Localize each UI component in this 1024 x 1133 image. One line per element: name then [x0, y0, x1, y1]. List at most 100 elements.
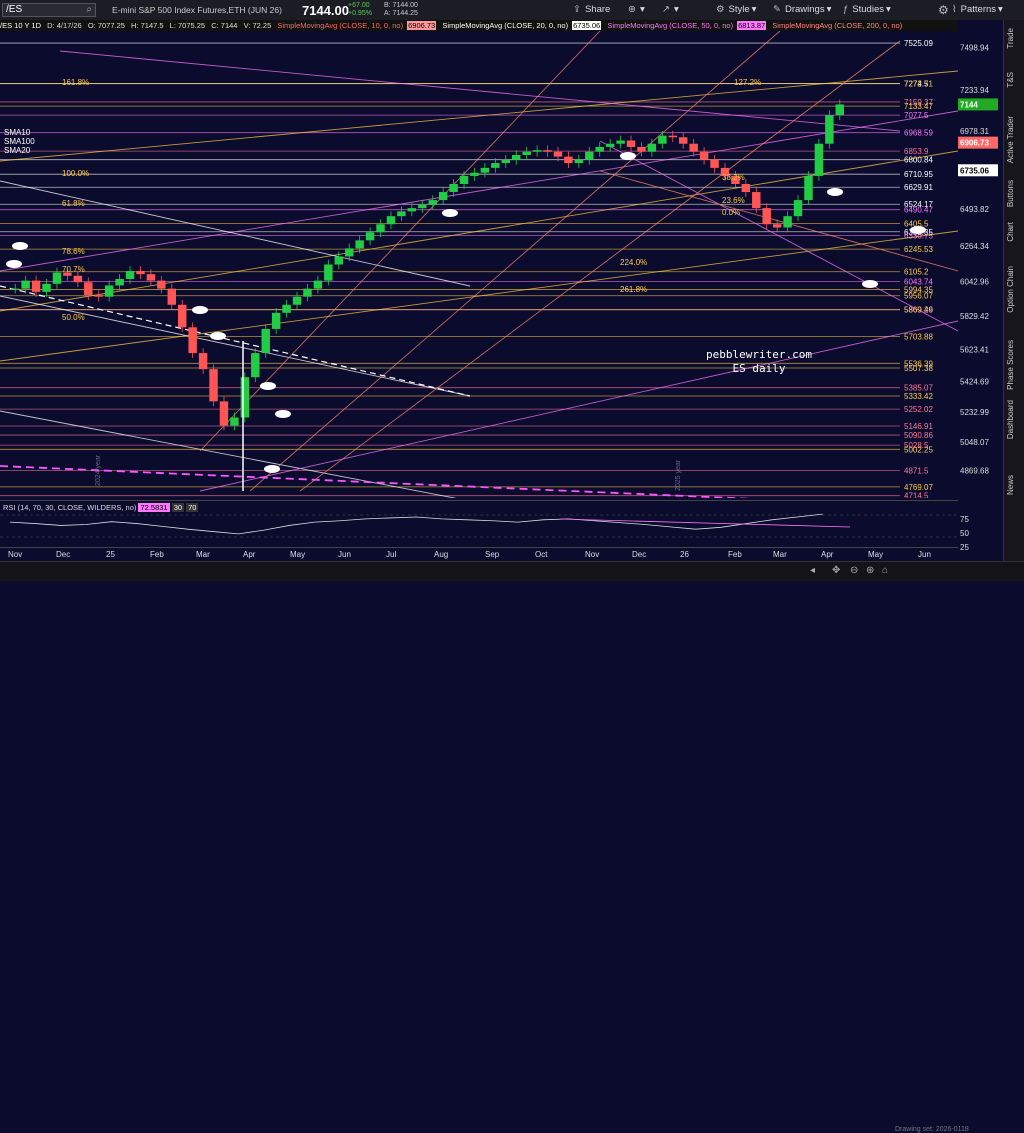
price-axis-tick: 6264.34	[960, 242, 989, 251]
year-label: 2025 year	[675, 459, 682, 491]
candle-body	[543, 150, 552, 152]
time-axis-tick: May	[868, 550, 884, 559]
sidebar-tab-news[interactable]: News	[1006, 475, 1024, 495]
price-axis-tick: 5623.41	[960, 345, 989, 354]
price-chart[interactable]: 7525.09 7274.5 7272.71 7159.37 7133.47 7077.5…	[0, 30, 959, 502]
fib-label: 0.0%	[722, 208, 740, 217]
fib-label: 100.0%	[62, 169, 89, 178]
candle-body	[355, 240, 364, 249]
candle-body	[271, 312, 281, 329]
sidebar-tab-t-s[interactable]: T&S	[1006, 72, 1024, 88]
instrument-description: E-mini S&P 500 Index Futures,ETH (JUN 26…	[112, 5, 282, 15]
studies-button[interactable]: ƒ Studies ▾	[843, 4, 891, 15]
candle-body	[668, 135, 677, 138]
level-label: 5002.25	[904, 445, 933, 454]
sidebar-tab-phase-scores[interactable]: Phase Scores	[1006, 340, 1024, 390]
fib-label: 70.7%	[62, 265, 85, 274]
sidebar-tab-chart[interactable]: Chart	[1006, 222, 1024, 242]
patterns-button[interactable]: ⌇ Patterns ▾	[952, 4, 1003, 15]
crosshair-button[interactable]: ↗ ▾	[662, 4, 679, 15]
candle-body	[198, 353, 208, 370]
price-axis-tick: 5424.69	[960, 377, 989, 386]
time-axis-tick: Feb	[150, 550, 164, 559]
candle-body	[345, 248, 354, 257]
time-axis-tick: Oct	[535, 550, 548, 559]
candle-body	[835, 104, 844, 116]
sidebar-tab-option-chain[interactable]: Option Chain	[1006, 266, 1024, 313]
level-label: 4769.07	[904, 483, 933, 492]
zoom-in-icon[interactable]: ⊕	[866, 565, 874, 576]
candle-body	[637, 146, 646, 152]
candle-body	[699, 151, 709, 160]
time-axis-tick: May	[290, 550, 306, 559]
candle-body	[397, 211, 406, 217]
candle-body	[136, 270, 145, 275]
price-axis-tick: 7498.94	[960, 43, 989, 52]
drawings-button[interactable]: ✎ Drawings ▾	[773, 4, 831, 15]
candle-body	[11, 288, 20, 290]
zoom-icon: ⊕	[628, 4, 636, 15]
pan-icon[interactable]: ✥	[832, 565, 840, 576]
sidebar-tab-buttons[interactable]: Buttons	[1006, 180, 1024, 207]
candle-body	[605, 143, 615, 147]
symbol-input[interactable]: /ES ⌕	[2, 3, 96, 17]
candle-body	[146, 274, 156, 281]
rsi-axis-tick: 50	[960, 529, 969, 538]
drawings-icon: ✎	[773, 4, 781, 15]
level-label: 7133.47	[904, 102, 933, 111]
candle-body	[752, 192, 761, 209]
candle-body	[386, 216, 396, 225]
settings-gear-icon[interactable]: ⚙	[938, 3, 949, 17]
rsi-pane[interactable]: RSI (14, 70, 30, CLOSE, WILDERS, no) 72.…	[0, 500, 958, 548]
candle-body	[553, 151, 563, 157]
candle-body	[814, 143, 824, 176]
candle-body	[282, 304, 291, 313]
candle-body	[710, 159, 719, 168]
rsi-line	[9, 513, 823, 535]
trend-line	[59, 50, 901, 132]
fib-label: 78.6%	[62, 247, 85, 256]
level-label: 7272.71	[904, 80, 933, 89]
trend-line	[0, 70, 959, 162]
candle-body	[804, 175, 813, 201]
candle-body	[188, 327, 197, 354]
candle-body	[428, 200, 437, 205]
patterns-icon: ⌇	[952, 4, 957, 15]
sidebar-tab-dashboard[interactable]: Dashboard	[1006, 400, 1024, 439]
bottom-toolbar: ◂ ✥ ⊖ ⊕ ⌂ Drawing set: 2026-0118	[0, 561, 1024, 1133]
price-axis-tick: 6042.96	[960, 278, 989, 287]
crosshair-icon: ↗	[662, 4, 670, 15]
time-axis-tick: Jun	[338, 550, 351, 559]
time-axis-tick: Apr	[243, 550, 256, 559]
candle-body	[512, 154, 521, 160]
sidebar-tab-active-trader[interactable]: Active Trader	[1006, 116, 1024, 163]
lock-icon[interactable]: ⌂	[882, 565, 888, 576]
candle-body	[825, 115, 834, 144]
share-button[interactable]: ⇪ Share	[573, 4, 610, 15]
watermark: pebblewriter.com ES daily	[706, 348, 812, 375]
time-axis-tick: Sep	[485, 550, 500, 559]
candle-body	[94, 295, 103, 297]
zoom-button[interactable]: ⊕ ▾	[628, 4, 645, 15]
price-axis-tick: 5232.99	[960, 408, 989, 417]
style-button[interactable]: ⚙ Style ▾	[716, 4, 756, 15]
marker-ellipse	[910, 226, 926, 234]
sidebar-tab-trade[interactable]: Trade	[1006, 28, 1024, 49]
candle-body	[626, 140, 636, 147]
year-label: 2024 year	[95, 454, 102, 486]
candle-body	[449, 183, 458, 193]
time-axis-tick: Aug	[434, 550, 449, 559]
search-icon[interactable]: ⌕	[86, 4, 92, 16]
level-label: 6710.95	[904, 170, 933, 179]
rsi-trend-line	[559, 518, 851, 528]
fib-label: 50.0%	[62, 313, 85, 322]
time-axis-tick: Nov	[585, 550, 600, 559]
candle-body	[793, 200, 803, 217]
scroll-left-icon[interactable]: ◂	[810, 565, 815, 576]
zoom-out-icon[interactable]: ⊖	[850, 565, 858, 576]
candle-body	[741, 183, 751, 193]
candle-body	[21, 280, 30, 289]
candle-body	[230, 417, 239, 426]
candle-body	[407, 208, 417, 212]
marker-ellipse	[192, 306, 208, 314]
